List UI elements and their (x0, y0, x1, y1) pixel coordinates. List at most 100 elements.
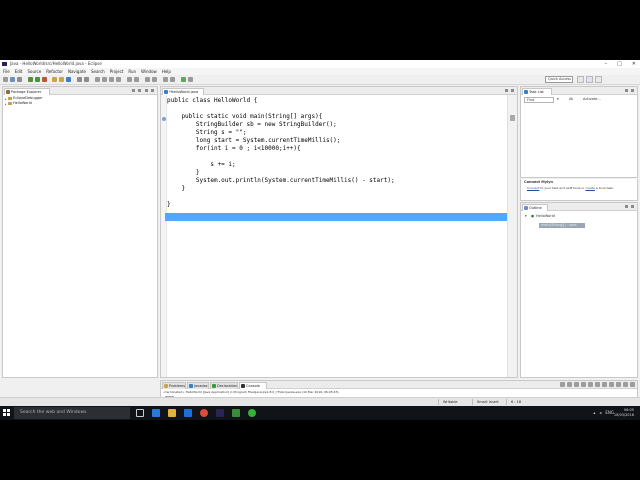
eclipse-taskbar-icon[interactable] (216, 409, 224, 417)
save-all-icon[interactable] (17, 77, 22, 82)
debug-perspective-icon[interactable] (595, 76, 602, 83)
menu-file[interactable]: File (3, 68, 10, 75)
open-perspective-icon[interactable] (577, 76, 584, 83)
menu-navigate[interactable]: Navigate (68, 68, 86, 75)
quick-access-field[interactable]: Quick Access (545, 76, 573, 83)
external-tools-icon[interactable] (42, 77, 47, 82)
maximize-view-icon[interactable] (631, 205, 634, 208)
menu-refactor[interactable]: Refactor (46, 68, 63, 75)
prev-annotation-icon[interactable] (95, 77, 100, 82)
minimize-view-icon[interactable] (623, 382, 628, 387)
taskbar-search-input[interactable]: Search the web and Windows (14, 407, 130, 419)
activate-link[interactable]: Activate... (583, 97, 601, 102)
new-java-project-icon[interactable] (52, 77, 57, 82)
task-view-icon[interactable] (136, 409, 144, 417)
connect-mylyn-panel: Connect Mylyn Connect to your task and A… (520, 179, 638, 201)
tab-javadoc[interactable]: Javadoc (187, 382, 209, 389)
clock[interactable]: 06:05 10/03/2016 (614, 408, 634, 418)
recorder-icon[interactable] (248, 409, 256, 417)
outline-item-main[interactable]: main(String[]) : void (541, 223, 576, 228)
create-link[interactable]: create (585, 186, 595, 190)
remove-launch-icon[interactable] (567, 382, 572, 387)
toggle-block-icon[interactable] (152, 77, 157, 82)
back-icon[interactable] (109, 77, 114, 82)
collapse-all-icon[interactable] (132, 89, 135, 92)
debug-icon[interactable] (28, 77, 33, 82)
menu-run[interactable]: Run (128, 68, 136, 75)
language-indicator[interactable]: ENG (605, 410, 614, 415)
new-class-icon[interactable] (66, 77, 71, 82)
volume-icon[interactable]: ◂ (599, 410, 601, 415)
tab-declaration[interactable]: Declaration (210, 382, 238, 389)
remove-all-icon[interactable] (574, 382, 579, 387)
clear-console-icon[interactable] (581, 382, 586, 387)
close-button[interactable]: ✕ (632, 60, 636, 68)
minimize-editor-icon[interactable] (505, 89, 508, 92)
last-edit-icon[interactable] (127, 77, 132, 82)
java-perspective-icon[interactable] (586, 76, 593, 83)
tab-task-list[interactable]: Task List (522, 88, 552, 95)
tab-helloworld-java[interactable]: *HelloWorld.java (162, 88, 204, 95)
scroll-lock-icon[interactable] (588, 382, 593, 387)
view-menu-icon[interactable] (145, 89, 148, 92)
windows-start-icon[interactable] (3, 409, 11, 417)
word-wrap-icon[interactable] (595, 382, 600, 387)
menu-source[interactable]: Source (27, 68, 41, 75)
eclipse-icon (2, 62, 7, 66)
show-whitespace-icon[interactable] (170, 77, 175, 82)
maximize-button[interactable]: □ (617, 60, 622, 68)
tab-problems[interactable]: Problems (162, 382, 186, 389)
menu-window[interactable]: Window (141, 68, 157, 75)
new-package-icon[interactable] (59, 77, 64, 82)
edge-icon[interactable] (152, 409, 160, 417)
tree-item-helloworld[interactable]: ▸ HelloWorld (5, 101, 32, 106)
minimize-view-icon[interactable] (151, 89, 154, 92)
scrollbar-thumb[interactable] (510, 115, 515, 121)
search-icon[interactable] (84, 77, 89, 82)
connect-link[interactable]: Connect (527, 186, 539, 190)
new-icon[interactable] (3, 77, 8, 82)
task-find-input[interactable]: Find (524, 97, 554, 103)
file-explorer-icon[interactable] (168, 409, 176, 417)
code-area[interactable]: public class HelloWorld { public static … (167, 95, 507, 377)
menu-help[interactable]: Help (162, 68, 171, 75)
word-wrap-icon[interactable] (163, 77, 168, 82)
save-icon[interactable] (10, 77, 15, 82)
maximize-view-icon[interactable] (631, 89, 634, 92)
pin-editor-icon[interactable] (134, 77, 139, 82)
all-filter[interactable]: All (569, 97, 573, 102)
chrome-icon[interactable] (200, 409, 208, 417)
format-icon[interactable] (188, 77, 193, 82)
editor-scrollbar[interactable] (507, 95, 517, 377)
menu-edit[interactable]: Edit (15, 68, 23, 75)
tab-outline[interactable]: Outline (522, 204, 548, 211)
minimize-button[interactable]: – (605, 60, 608, 68)
run-icon[interactable] (35, 77, 40, 82)
tab-package-explorer[interactable]: Package Explorer (4, 88, 50, 95)
store-icon[interactable] (184, 409, 192, 417)
warning-marker-icon[interactable] (162, 117, 166, 121)
terminate-icon[interactable] (560, 382, 565, 387)
maximize-editor-icon[interactable] (511, 89, 514, 92)
outline-item-class[interactable]: HelloWorld (536, 214, 555, 219)
open-type-icon[interactable] (77, 77, 82, 82)
class-icon: ● (531, 214, 535, 218)
toggle-mark-icon[interactable] (145, 77, 150, 82)
display-console-icon[interactable] (609, 382, 614, 387)
forward-icon[interactable] (116, 77, 121, 82)
menu-project[interactable]: Project (110, 68, 124, 75)
pin-console-icon[interactable] (602, 382, 607, 387)
network-icon[interactable]: ▴ (593, 410, 595, 415)
app-taskbar-icon[interactable] (232, 409, 240, 417)
maximize-view-icon[interactable] (630, 382, 635, 387)
open-console-icon[interactable] (616, 382, 621, 387)
tab-console[interactable]: Console (239, 382, 267, 389)
minimize-view-icon[interactable] (625, 89, 628, 92)
minimize-view-icon[interactable] (625, 205, 628, 208)
next-annotation-icon[interactable] (102, 77, 107, 82)
link-editor-icon[interactable] (138, 89, 141, 92)
outline-expand-icon[interactable]: ▾ (525, 214, 527, 219)
filter-icon[interactable]: ▾ (557, 97, 559, 102)
run-last-icon[interactable] (181, 77, 186, 82)
menu-search[interactable]: Search (91, 68, 105, 75)
